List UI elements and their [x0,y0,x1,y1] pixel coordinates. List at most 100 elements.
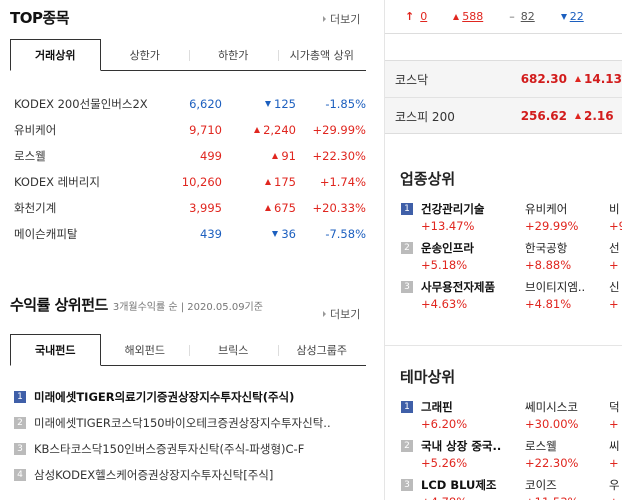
market-breadth-bar: ↑ 0 588 – 82 22 [385,0,622,34]
stock-name[interactable]: KODEX 200선물인버스2X [14,96,176,112]
leading-stock-name[interactable]: 브이티지엠.. [525,279,585,295]
funds-subtitle: 3개월수익률 순 | 2020.05.09기준 [112,302,263,313]
stock-rate: -7.58% [325,227,366,241]
second-stock-name[interactable]: 비 [609,201,622,217]
tab-samsung-group[interactable]: 삼성그룹주 [277,334,367,365]
stock-name[interactable]: 유비케어 [14,122,176,138]
top-stocks-more-link[interactable]: 더보기 [323,11,360,27]
tab-domestic-funds[interactable]: 국내펀드 [10,334,101,366]
theme-name[interactable]: 국내 상장 중국.. [421,438,501,454]
second-stock-name[interactable]: 씨 [609,438,620,454]
tab-overseas-funds[interactable]: 해외펀드 [101,334,190,365]
leading-stock-name[interactable]: 쎄미시스코 [525,399,579,415]
stock-row[interactable]: KODEX 200선물인버스2X 6,620 125 -1.85% [14,91,366,117]
stock-row[interactable]: 유비케어 9,710 2,240 +29.99% [14,117,366,143]
industry-item[interactable]: 3 사무용전자제품 +4.63% [401,279,495,311]
leading-stock-pct: +8.88% [525,258,572,272]
leading-stock[interactable]: 쎄미시스코 +30.00% [525,399,579,431]
tab-upper-limit[interactable]: 상한가 [101,39,190,70]
second-stock[interactable]: 씨 + [609,438,620,470]
rank-badge: 3 [401,479,413,491]
divider [385,345,622,346]
stock-price: 9,710 [189,123,222,137]
top-stocks-tabs: 거래상위 상한가 하한가 시가총액 상위 [10,39,366,71]
upper-limit-count[interactable]: 0 [420,10,427,23]
theme-item[interactable]: 2 국내 상장 중국.. +5.26% [401,438,501,470]
second-stock[interactable]: 신 + [609,279,620,311]
industry-item[interactable]: 1 건강관리기술 +13.47% [401,201,484,233]
stock-name[interactable]: 메이슨캐피탈 [14,226,176,242]
second-stock-name[interactable]: 덕 [609,399,620,415]
leading-stock-name[interactable]: 유비케어 [525,201,579,217]
fund-row[interactable]: 4 삼성KODEX헬스케어증권상장지수투자신탁[주식] [14,463,366,487]
theme-item[interactable]: 3 LCD BLU제조 +4.78% [401,477,497,500]
second-stock[interactable]: 비 +9 [609,201,622,233]
second-stock-name[interactable]: 우 [609,477,620,493]
stock-name[interactable]: 로스웰 [14,148,176,164]
fund-row[interactable]: 1 미래에셋TIGER의료기기증권상장지수투자신탁(주식) [14,385,366,409]
leading-stock[interactable]: 코이즈 +11.53% [525,477,579,500]
stock-name[interactable]: KODEX 레버리지 [14,174,176,190]
leading-stock[interactable]: 유비케어 +29.99% [525,201,579,233]
rank-badge: 1 [401,401,413,413]
stock-rate: +29.99% [312,123,367,137]
fund-name[interactable]: 삼성KODEX헬스케어증권상장지수투자신탁[주식] [34,467,273,483]
fund-name[interactable]: 미래에셋TIGER의료기기증권상장지수투자신탁(주식) [34,389,294,405]
index-row-kospi200[interactable]: 코스피 200 256.62 2.16 [395,98,622,134]
tab-brics[interactable]: 브릭스 [189,334,278,365]
leading-stock-name[interactable]: 한국공항 [525,240,571,256]
second-stock[interactable]: 선 + [609,240,620,272]
second-stock-pct: + [609,258,619,272]
industry-name[interactable]: 사무용전자제품 [421,279,495,295]
fund-name[interactable]: 미래에셋TIGER코스닥150바이오테크증권상장지수투자신탁.. [34,415,331,431]
theme-item[interactable]: 1 그래핀 +6.20% [401,399,467,431]
leading-stock-name[interactable]: 코이즈 [525,477,579,493]
leading-stock[interactable]: 한국공항 +8.88% [525,240,571,272]
rise-count[interactable]: 588 [462,10,483,23]
fund-row[interactable]: 2 미래에셋TIGER코스닥150바이오테크증권상장지수투자신탁.. [14,411,366,435]
theme-pct: +4.78% [421,495,497,500]
rise-triangle-icon [265,205,272,211]
rise-triangle-icon [254,127,261,133]
stock-row[interactable]: 메이슨캐피탈 439 36 -7.58% [14,221,366,247]
theme-name[interactable]: 그래핀 [421,399,453,415]
tab-market-cap[interactable]: 시가총액 상위 [277,39,367,70]
stock-name[interactable]: 화천기계 [14,200,176,216]
rise-triangle-icon [272,153,279,159]
rise-triangle-icon [265,179,272,185]
stock-row[interactable]: 화천기계 3,995 675 +20.33% [14,195,366,221]
industry-name[interactable]: 건강관리기술 [421,201,484,217]
theme-pct: +5.26% [421,456,468,470]
rank-badge: 1 [401,203,413,215]
leading-stock-name[interactable]: 로스웰 [525,438,579,454]
funds-tabs: 국내펀드 해외펀드 브릭스 삼성그룹주 [10,334,366,366]
stock-rate: -1.85% [325,97,366,111]
rise-triangle-icon [575,113,581,119]
stock-change: 675 [222,201,296,215]
fall-triangle-icon [560,13,567,20]
second-stock-name[interactable]: 선 [609,240,620,256]
second-stock[interactable]: 우+ [609,477,620,500]
fund-name[interactable]: KB스타코스닥150인버스증권투자신탁(주식-파생형)C-F [34,441,304,457]
industry-item[interactable]: 2 운송인프라 +5.18% [401,240,474,272]
theme-name[interactable]: LCD BLU제조 [421,477,497,493]
theme-pct: +6.20% [421,417,468,431]
stock-rate: +20.33% [312,201,367,215]
industry-name[interactable]: 운송인프라 [421,240,474,256]
tab-trading-volume[interactable]: 거래상위 [10,39,101,71]
second-stock-name[interactable]: 신 [609,279,620,295]
fund-row[interactable]: 3 KB스타코스닥150인버스증권투자신탁(주식-파생형)C-F [14,437,366,461]
rank-badge: 4 [14,469,26,481]
stock-row[interactable]: 로스웰 499 91 +22.30% [14,143,366,169]
second-stock-pct: + [609,495,620,500]
index-row-kosdaq[interactable]: 코스닥 682.30 14.13 [395,61,622,97]
second-stock[interactable]: 덕 + [609,399,620,431]
funds-more-link[interactable]: 더보기 [323,306,360,322]
leading-stock[interactable]: 로스웰 +22.30% [525,438,579,470]
stock-price: 3,995 [189,201,222,215]
leading-stock[interactable]: 브이티지엠.. +4.81% [525,279,585,311]
stock-row[interactable]: KODEX 레버리지 10,260 175 +1.74% [14,169,366,195]
fall-count[interactable]: 22 [570,10,584,23]
flat-count[interactable]: 82 [521,10,535,23]
tab-lower-limit[interactable]: 하한가 [189,39,278,70]
